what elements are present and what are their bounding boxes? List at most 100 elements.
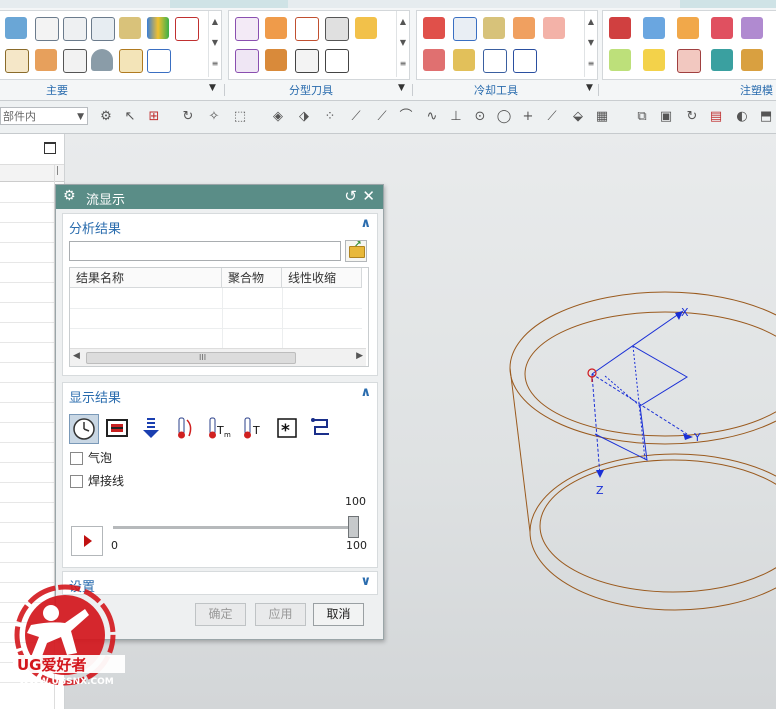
plug-icon[interactable] [453, 49, 475, 71]
report-icon[interactable] [325, 49, 349, 73]
animation-slider-thumb[interactable] [348, 516, 359, 538]
pointer-icon[interactable]: ✧ [206, 109, 222, 125]
tray-icon[interactable] [741, 49, 763, 71]
parting-icon[interactable] [5, 17, 27, 39]
air-trap-button[interactable]: * [273, 414, 303, 444]
chevron-down-icon[interactable]: ▼ [586, 83, 593, 93]
connector-icon[interactable] [423, 49, 445, 71]
pressure-button[interactable] [103, 414, 133, 444]
column-resize-icon[interactable]: | [56, 166, 59, 176]
loop-icon[interactable] [609, 49, 631, 71]
column-header-shrinkage[interactable]: 线性收缩 [282, 268, 362, 288]
document-icon[interactable] [147, 49, 171, 73]
filter-icon[interactable]: ⚙ [98, 109, 114, 125]
selection-filter-select[interactable]: 部件内 ▼ [0, 107, 88, 125]
select-cursor-icon[interactable]: ↖ [122, 109, 138, 125]
csys-triad[interactable] [591, 310, 688, 477]
arc-icon[interactable]: ⌒ [398, 109, 414, 125]
view-image-icon[interactable]: ▣ [658, 109, 674, 125]
grid-snap-icon[interactable]: ▦ [594, 109, 610, 125]
copy-icon[interactable] [295, 49, 319, 73]
flow-front-button[interactable] [137, 414, 167, 444]
box-red-icon[interactable] [711, 17, 733, 39]
view-fit-icon[interactable]: ⧉ [634, 109, 650, 125]
maximize-icon[interactable] [44, 142, 56, 154]
temperature-melt-button[interactable]: T m [205, 414, 235, 444]
shading-icon[interactable]: ◐ [734, 109, 750, 125]
chevron-up-icon[interactable]: ∧ [360, 216, 371, 231]
orient-view-icon[interactable]: ⬒ [758, 109, 774, 125]
ok-button[interactable]: 确定 [195, 603, 246, 626]
column-header-result-name[interactable]: 结果名称 [70, 268, 222, 288]
cancel-button[interactable]: 取消 [313, 603, 364, 626]
spline-icon[interactable]: ∿ [424, 109, 440, 125]
patch-icon[interactable] [265, 17, 287, 39]
center-icon[interactable]: ⊙ [472, 109, 488, 125]
animation-slider-track[interactable] [113, 526, 351, 529]
table-row[interactable] [70, 308, 362, 309]
split-icon[interactable] [265, 49, 287, 71]
curve-icon[interactable] [295, 17, 319, 41]
chevron-up-icon[interactable]: ∧ [360, 385, 371, 400]
channel-icon[interactable] [423, 17, 445, 39]
cube-blue-icon[interactable] [643, 17, 665, 39]
weld-line-checkbox[interactable] [70, 475, 83, 488]
box-select-icon[interactable]: ⬚ [232, 109, 248, 125]
nozzle-icon[interactable] [483, 17, 505, 39]
temperature-flow-button[interactable] [171, 414, 201, 444]
text-icon[interactable] [175, 17, 199, 41]
solid-body-icon[interactable]: ◈ [270, 109, 286, 125]
surface-icon[interactable] [235, 17, 259, 41]
cube-red-icon[interactable] [609, 17, 631, 39]
eye-icon[interactable] [91, 49, 113, 71]
plus-icon[interactable] [677, 17, 699, 39]
block-icon[interactable] [677, 49, 701, 73]
scrollbar-thumb[interactable]: III [86, 352, 296, 364]
play-button[interactable] [71, 526, 103, 556]
apply-button[interactable]: 应用 [255, 603, 306, 626]
face-icon[interactable]: ⬗ [296, 109, 312, 125]
sheet-icon[interactable] [741, 17, 763, 39]
ribbon-tab-highlight[interactable] [680, 0, 776, 8]
crosshair-icon[interactable]: + [520, 109, 536, 125]
chevron-down-icon[interactable]: ▼ [398, 83, 405, 93]
chevron-down-icon[interactable]: ▼ [209, 83, 216, 93]
scroll-left-icon[interactable]: ◀ [73, 351, 80, 361]
grid-icon[interactable] [5, 49, 29, 73]
flow-path-button[interactable] [307, 414, 337, 444]
tangent-icon[interactable]: ⟋ [544, 109, 560, 125]
table-horizontal-scrollbar[interactable]: ◀ III ▶ [70, 348, 366, 366]
results-file-field[interactable] [69, 241, 341, 261]
refresh-icon[interactable] [119, 49, 143, 73]
scroll-right-icon[interactable]: ▶ [356, 351, 363, 361]
render-style-icon[interactable]: ▤ [708, 109, 724, 125]
library-icon[interactable] [147, 17, 169, 39]
ribbon-group-scroll[interactable]: ▲ ▼ ≡ [396, 11, 409, 77]
list-icon[interactable] [91, 17, 115, 41]
air-bubble-checkbox[interactable] [70, 452, 83, 465]
flow-path-icon[interactable] [513, 49, 537, 73]
cube-yellow-icon[interactable] [643, 49, 665, 71]
vertex-icon[interactable]: ⁘ [322, 109, 338, 125]
fill-time-button[interactable] [69, 414, 99, 444]
ribbon-group-scroll[interactable]: ▲ ▼ ≡ [584, 11, 597, 77]
refresh-view-icon[interactable]: ↻ [684, 109, 700, 125]
display-results-title[interactable]: 显示结果 [69, 387, 121, 406]
line-icon[interactable]: ⟋ [348, 109, 364, 125]
tool-icon[interactable] [119, 17, 141, 39]
pipe-icon[interactable] [513, 17, 535, 39]
open-folder-button[interactable]: ↗ [345, 240, 367, 262]
dialog-title-bar[interactable]: ⚙ 流显示 ↺ ✕ [56, 185, 383, 209]
edge-icon[interactable]: ⟋ [374, 109, 390, 125]
cutter-icon[interactable] [543, 17, 565, 39]
surface-point-icon[interactable]: ⬙ [570, 109, 586, 125]
cylinder-part[interactable] [509, 291, 776, 611]
reset-icon[interactable]: ↺ [344, 187, 357, 205]
ribbon-tab-active[interactable] [170, 0, 288, 8]
mesh-icon[interactable] [325, 17, 349, 41]
wing-icon[interactable] [355, 17, 377, 39]
move-icon[interactable] [35, 49, 57, 71]
stack-icon[interactable] [711, 49, 733, 71]
path-icon[interactable] [453, 17, 477, 41]
analysis-results-title[interactable]: 分析结果 [69, 218, 121, 237]
